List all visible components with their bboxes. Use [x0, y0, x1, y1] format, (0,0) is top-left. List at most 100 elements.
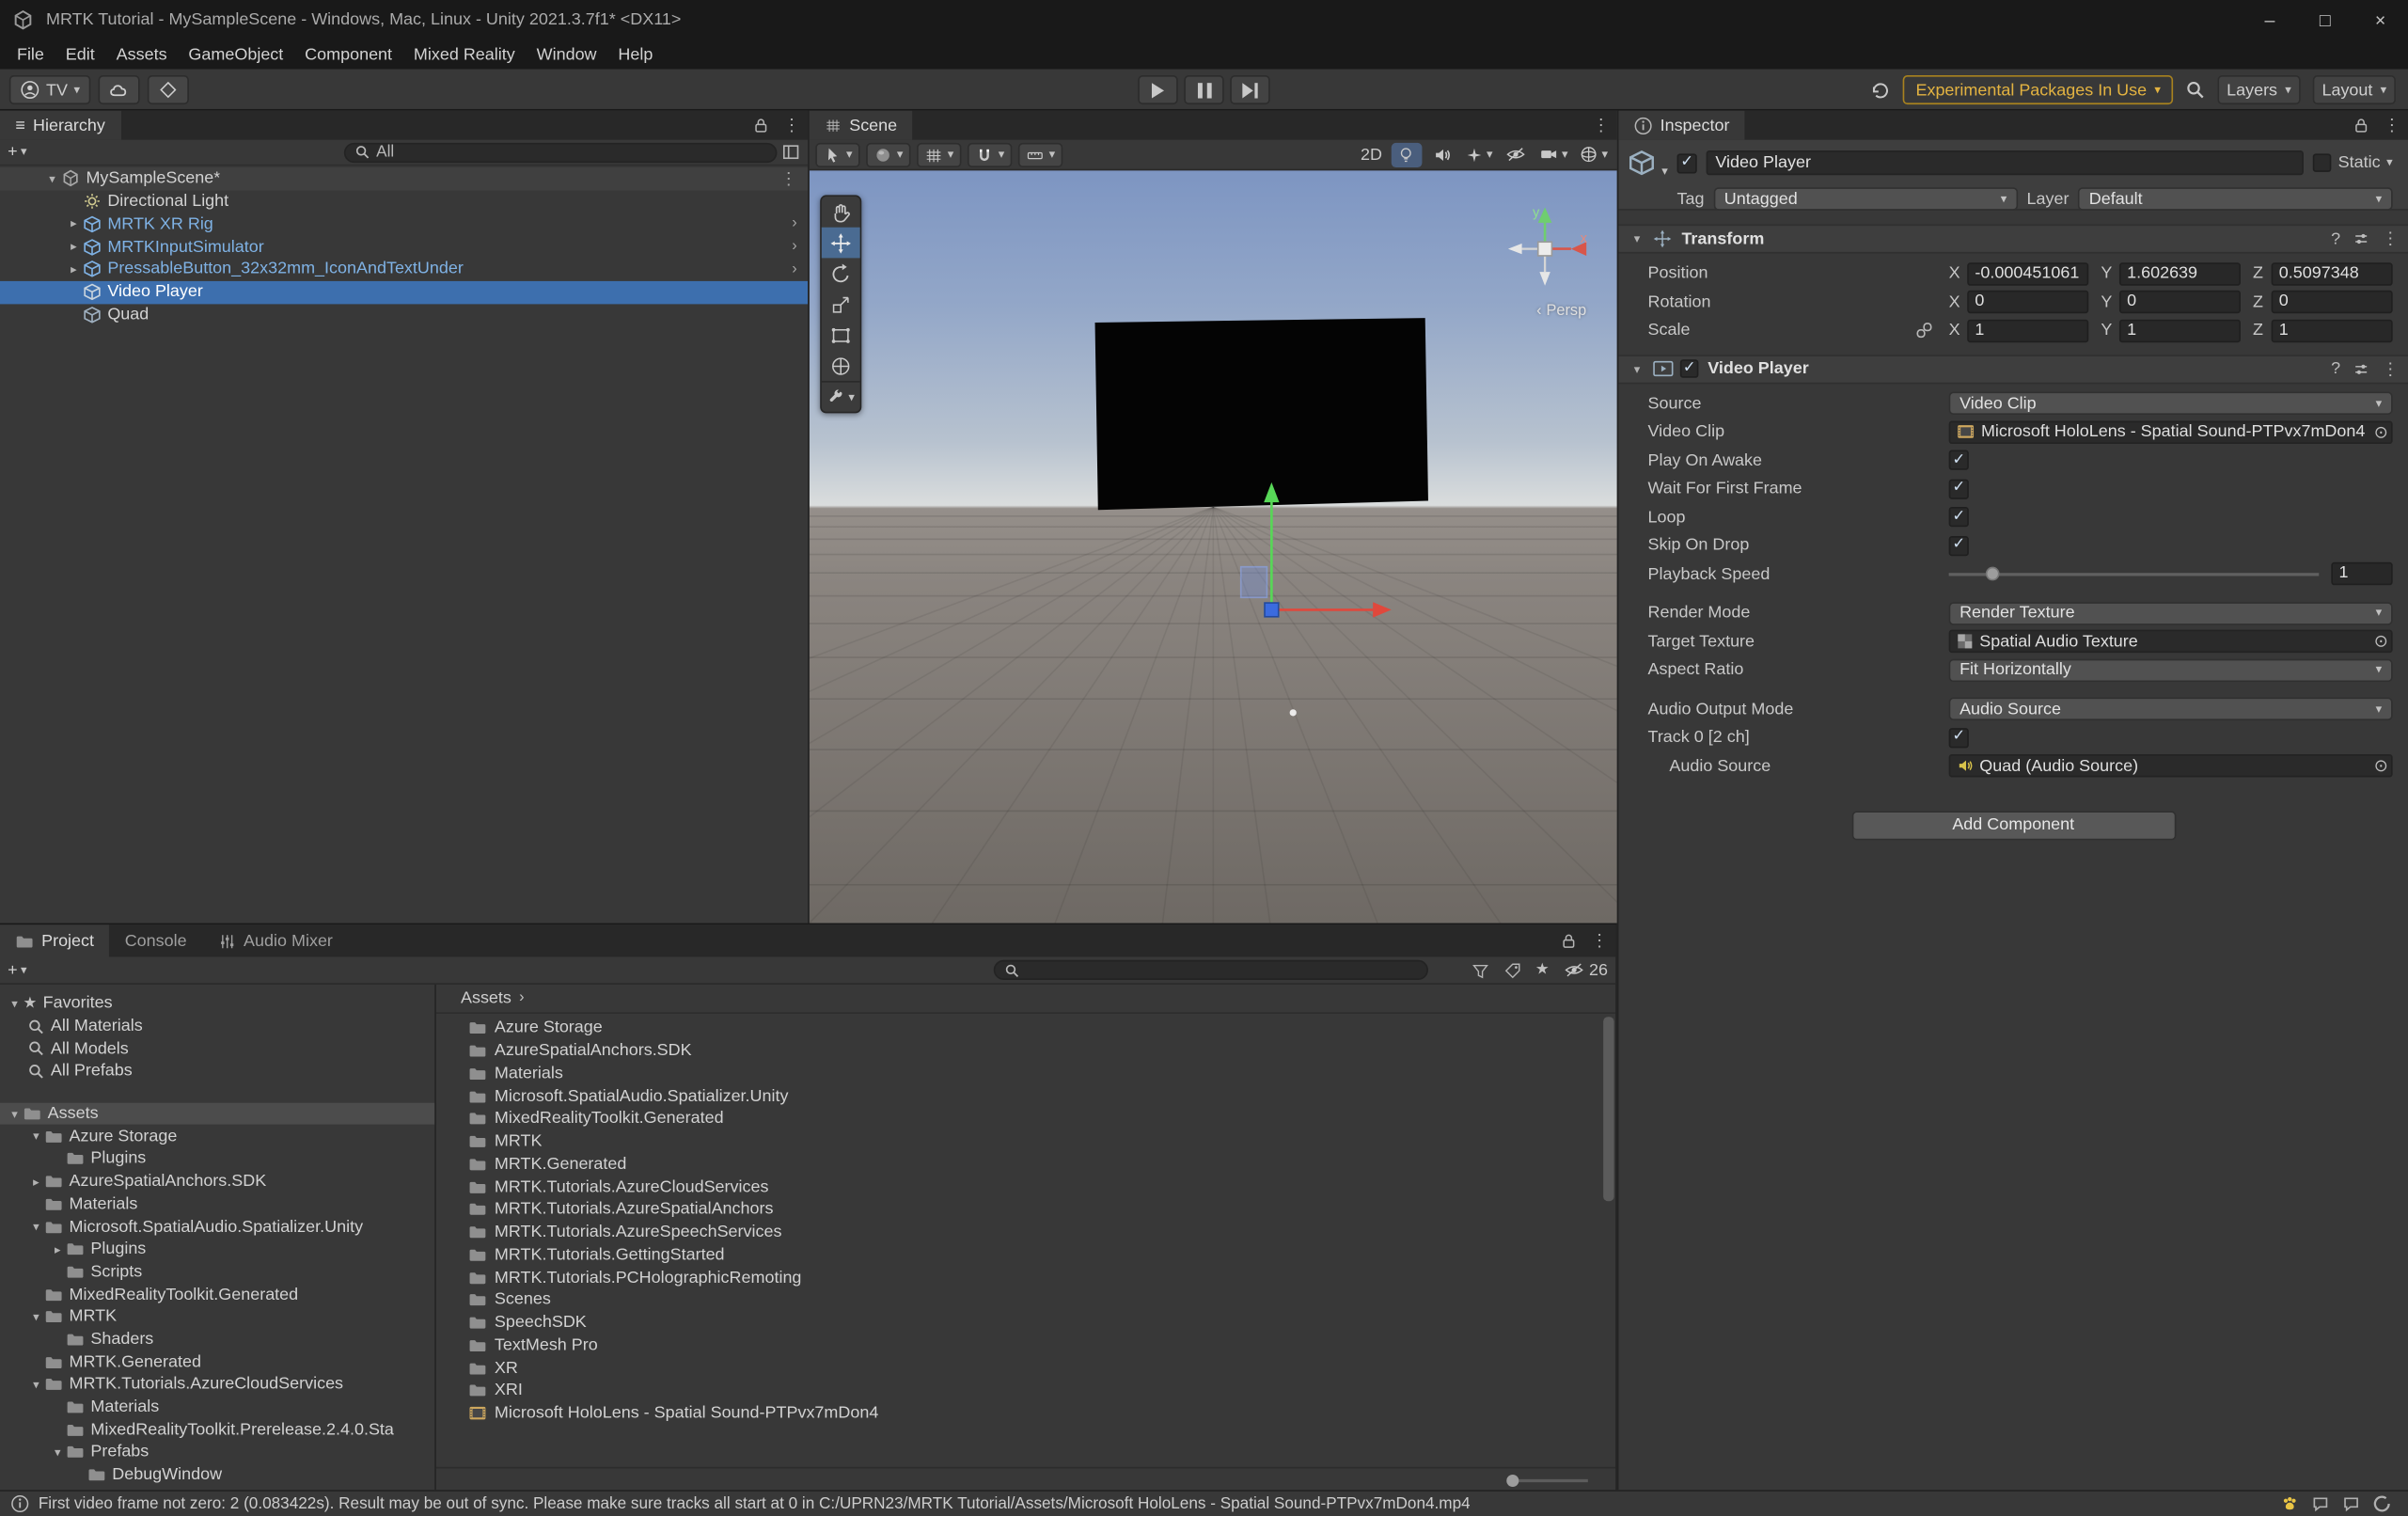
close-button[interactable]: × [2353, 0, 2408, 39]
tree-item[interactable]: ▾MRTK.Tutorials.AzureCloudServices [0, 1373, 434, 1396]
lock-icon[interactable] [1560, 932, 1577, 949]
hierarchy-scene-row[interactable]: ▾ MySampleScene* ⋮ [0, 167, 808, 190]
snap-settings-dropdown[interactable]: ▾ [968, 142, 1012, 166]
scale-x-field[interactable]: 1 [1967, 319, 2088, 341]
tree-item[interactable]: MixedRealityToolkit.Prerelease.2.4.0.Sta [0, 1418, 434, 1441]
tree-item[interactable]: Materials [0, 1192, 434, 1215]
camera-settings-dropdown[interactable]: ▾ [1535, 142, 1571, 166]
scale-z-field[interactable]: 1 [2272, 319, 2393, 341]
favorites-root[interactable]: ▾ ★ Favorites [0, 992, 434, 1015]
tab-scene[interactable]: Scene [810, 111, 913, 140]
component-enabled-checkbox[interactable]: ✓ [1680, 359, 1699, 378]
project-list-item[interactable]: Azure Storage [436, 1017, 1615, 1039]
foldout-collapsed-icon[interactable]: ▸ [27, 1175, 44, 1189]
gizmo-x-arrowhead[interactable] [1373, 602, 1392, 617]
foldout-expanded-icon[interactable]: ▾ [1628, 232, 1646, 246]
menu-edit[interactable]: Edit [55, 45, 105, 64]
tree-item[interactable]: MixedRealityToolkit.Generated [0, 1283, 434, 1305]
rotation-x-field[interactable]: 0 [1967, 291, 2088, 313]
search-icon[interactable] [2185, 80, 2205, 100]
audio-output-mode-dropdown[interactable]: Audio Source ▾ [1949, 698, 2393, 720]
draw-mode-dropdown[interactable]: ▾ [866, 142, 910, 166]
target-texture-object-field[interactable]: Spatial Audio Texture ⊙ [1949, 630, 2393, 653]
foldout-expanded-icon[interactable]: ▾ [27, 1129, 44, 1144]
search-by-label-icon[interactable] [1503, 961, 1522, 980]
hierarchy-item-mrtk-input-simulator[interactable]: ▸ MRTKInputSimulator › [0, 235, 808, 258]
project-list-item[interactable]: MRTK.Generated [436, 1153, 1615, 1176]
track-enabled-checkbox[interactable]: ✓ [1949, 728, 1969, 748]
layers-dropdown[interactable]: Layers ▾ [2217, 75, 2300, 104]
project-list-item[interactable]: MixedRealityToolkit.Generated [436, 1108, 1615, 1130]
constrain-proportions-icon[interactable] [1915, 322, 1934, 340]
scene-lighting-toggle[interactable] [1392, 142, 1423, 166]
lock-icon[interactable] [2353, 117, 2369, 134]
foldout-expanded-icon[interactable]: ▾ [27, 1378, 44, 1392]
menu-file[interactable]: File [7, 45, 55, 64]
undo-history-icon[interactable] [1869, 79, 1891, 101]
object-picker-icon[interactable]: ⊙ [2374, 422, 2388, 442]
gameobject-name-field[interactable]: Video Player [1707, 150, 2305, 175]
gizmo-plane-handle[interactable] [1241, 567, 1267, 598]
foldout-expanded-icon[interactable]: ▾ [49, 1445, 66, 1460]
aspect-ratio-dropdown[interactable]: Fit Horizontally ▾ [1949, 658, 2393, 681]
playback-speed-field[interactable]: 1 [2331, 562, 2392, 585]
tree-item[interactable]: ▸AzureSpatialAnchors.SDK [0, 1170, 434, 1192]
project-list-item[interactable]: TextMesh Pro [436, 1334, 1615, 1357]
collab-icon[interactable] [2342, 1494, 2361, 1513]
create-object-button[interactable]: + ▾ [8, 143, 26, 162]
help-icon[interactable]: ? [2331, 229, 2340, 248]
menu-mixed-reality[interactable]: Mixed Reality [402, 45, 526, 64]
project-list-item[interactable]: XR [436, 1357, 1615, 1380]
tab-hierarchy[interactable]: ≡ Hierarchy [0, 111, 120, 140]
position-z-field[interactable]: 0.5097348 [2272, 262, 2393, 285]
snap-increment-dropdown[interactable]: ▾ [1018, 142, 1062, 166]
foldout-expanded-icon[interactable]: ▾ [7, 997, 24, 1011]
lock-icon[interactable] [752, 117, 769, 134]
play-button[interactable] [1138, 75, 1177, 104]
wait-first-frame-checkbox[interactable]: ✓ [1949, 479, 1969, 498]
presets-icon[interactable] [2353, 230, 2369, 247]
kebab-menu-icon[interactable]: ⋮ [780, 168, 797, 188]
cloud-services-button[interactable] [99, 75, 140, 104]
gameobject-icon-dropdown[interactable]: ▾ [1628, 148, 1667, 179]
custom-tool-dropdown[interactable]: ▾ [822, 381, 860, 412]
foldout-collapsed-icon[interactable]: ▸ [49, 1242, 66, 1256]
experimental-packages-badge[interactable]: Experimental Packages In Use ▾ [1903, 75, 2173, 104]
favorite-all-prefabs[interactable]: All Prefabs [0, 1060, 434, 1082]
scene-visibility-toggle[interactable] [1501, 142, 1532, 166]
rect-tool[interactable] [822, 320, 860, 351]
tree-item[interactable]: Plugins [0, 1147, 434, 1170]
hierarchy-item-pressable-button[interactable]: ▸ PressableButton_32x32mm_IconAndTextUnd… [0, 258, 808, 280]
menu-window[interactable]: Window [526, 45, 607, 64]
status-message[interactable]: First video frame not zero: 2 (0.083422s… [39, 1494, 1471, 1513]
favorite-all-models[interactable]: All Models [0, 1037, 434, 1060]
search-by-type-icon[interactable] [1471, 961, 1489, 980]
object-picker-icon[interactable]: ⊙ [2374, 632, 2388, 652]
position-x-field[interactable]: -0.000451061 [1967, 262, 2088, 285]
layer-dropdown[interactable]: Default ▾ [2078, 187, 2392, 210]
object-picker-icon[interactable]: ⊙ [2374, 756, 2388, 776]
layout-dropdown[interactable]: Layout ▾ [2313, 75, 2396, 104]
project-list-item[interactable]: SpeechSDK [436, 1311, 1615, 1334]
tree-item[interactable]: Scripts [0, 1260, 434, 1283]
hierarchy-search-input[interactable]: All [344, 142, 778, 162]
tree-item[interactable]: Materials [0, 1396, 434, 1418]
scene-viewport[interactable]: ▾ y x ‹ Persp [810, 170, 1617, 923]
project-search-input[interactable] [994, 960, 1428, 980]
foldout-collapsed-icon[interactable]: ▸ [65, 240, 84, 254]
project-list-item[interactable]: MRTK.Tutorials.PCHolographicRemoting [436, 1266, 1615, 1288]
tag-dropdown[interactable]: Untagged ▾ [1713, 187, 2017, 210]
foldout-collapsed-icon[interactable]: ▸ [65, 217, 84, 231]
hand-tool[interactable] [822, 197, 860, 228]
menu-component[interactable]: Component [294, 45, 403, 64]
move-tool[interactable] [822, 228, 860, 259]
menu-assets[interactable]: Assets [105, 45, 178, 64]
tab-inspector[interactable]: Inspector [1618, 111, 1744, 140]
scale-tool[interactable] [822, 289, 860, 320]
tree-item[interactable]: ▾Prefabs [0, 1441, 434, 1463]
slider-thumb[interactable] [1986, 567, 2000, 581]
project-list-item[interactable]: Microsoft.SpatialAudio.Spatializer.Unity [436, 1085, 1615, 1108]
source-dropdown[interactable]: Video Clip ▾ [1949, 392, 2393, 415]
project-scrollbar[interactable] [1603, 1017, 1613, 1465]
foldout-expanded-icon[interactable]: ▾ [27, 1310, 44, 1324]
